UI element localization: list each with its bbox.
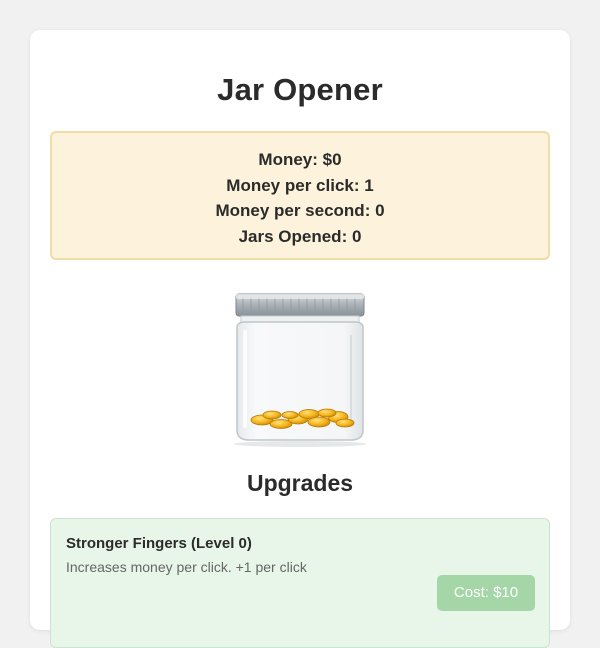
game-panel: Jar Opener Money: $0 Money per click: 1 … [30, 30, 570, 648]
jars-opened-stat: Jars Opened: 0 [238, 226, 362, 246]
money-per-second-stat: Money per second: 0 [215, 201, 385, 220]
money-per-click-stat: Money per click: 1 [226, 175, 374, 195]
coin-jar-icon[interactable] [225, 288, 375, 448]
upgrade-description: Increases money per click. +1 per click [66, 559, 307, 575]
upgrade-name: Stronger Fingers (Level 0) [66, 535, 252, 552]
buy-upgrade-button[interactable]: Cost: $10 [437, 575, 535, 611]
upgrades-heading: Upgrades [246, 470, 354, 496]
money-stat: Money: $0 [258, 150, 342, 169]
game-title: Jar Opener [217, 72, 383, 107]
stats-panel: Money: $0 Money per click: 1 Money per s… [50, 131, 550, 260]
upgrade-card-stronger-fingers: Stronger Fingers (Level 0) Increases mon… [50, 518, 550, 648]
